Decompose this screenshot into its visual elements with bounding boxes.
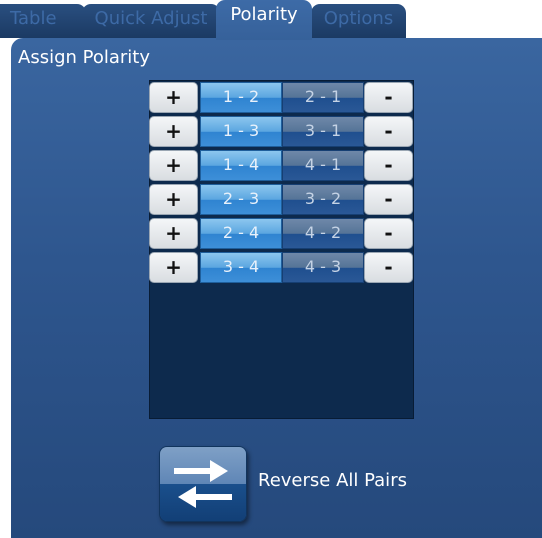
panel-title: Assign Polarity [18,47,150,68]
pair-forward[interactable]: 1 - 4 [200,150,282,181]
polarity-panel: Assign Polarity + 1 - 2 2 - 1 - + 1 - 3 … [11,38,542,538]
swap-arrows-icon [174,460,232,508]
pair-reverse[interactable]: 3 - 2 [282,184,364,215]
reverse-all-label: Reverse All Pairs [258,470,407,491]
pair-row: + 3 - 4 4 - 3 - [149,251,415,283]
pair-table: + 1 - 2 2 - 1 - + 1 - 3 3 - 1 - + 1 - 4 … [149,80,414,419]
pair-row: + 1 - 3 3 - 1 - [149,115,415,147]
pair-forward[interactable]: 1 - 3 [200,116,282,147]
pair-row: + 2 - 3 3 - 2 - [149,183,415,215]
plus-button[interactable]: + [149,82,198,113]
plus-button[interactable]: + [149,218,198,249]
tab-bar: Table Quick Adjust Polarity Options [0,0,542,40]
tab-polarity[interactable]: Polarity [216,0,312,40]
reverse-all-button[interactable] [159,446,247,522]
pair-forward[interactable]: 2 - 3 [200,184,282,215]
pair-row: + 1 - 4 4 - 1 - [149,149,415,181]
tab-quick-adjust[interactable]: Quick Adjust [82,4,220,38]
pair-row: + 2 - 4 4 - 2 - [149,217,415,249]
pair-forward[interactable]: 1 - 2 [200,82,282,113]
plus-button[interactable]: + [149,252,198,283]
minus-button[interactable]: - [364,252,413,283]
minus-button[interactable]: - [364,184,413,215]
pair-forward[interactable]: 3 - 4 [200,252,282,283]
pair-reverse[interactable]: 4 - 1 [282,150,364,181]
pair-reverse[interactable]: 3 - 1 [282,116,364,147]
minus-button[interactable]: - [364,218,413,249]
plus-button[interactable]: + [149,116,198,147]
pair-reverse[interactable]: 4 - 3 [282,252,364,283]
minus-button[interactable]: - [364,116,413,147]
pair-reverse[interactable]: 2 - 1 [282,82,364,113]
pair-forward[interactable]: 2 - 4 [200,218,282,249]
minus-button[interactable]: - [364,82,413,113]
polarity-window: Table Quick Adjust Polarity Options Assi… [0,0,542,538]
plus-button[interactable]: + [149,184,198,215]
pair-row: + 1 - 2 2 - 1 - [149,81,415,113]
tab-table[interactable]: Table [0,4,86,38]
minus-button[interactable]: - [364,150,413,181]
plus-button[interactable]: + [149,150,198,181]
pair-reverse[interactable]: 4 - 2 [282,218,364,249]
tab-options[interactable]: Options [311,4,406,38]
